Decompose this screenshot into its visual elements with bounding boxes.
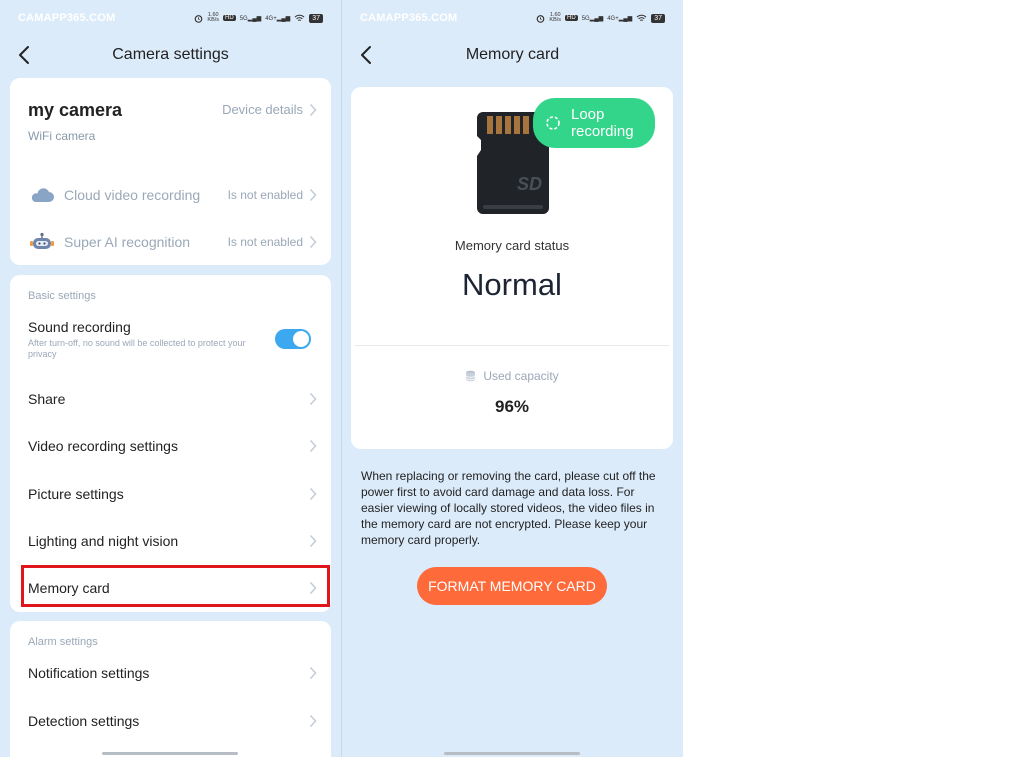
settings-item-picture[interactable]: Picture settings [28,479,317,509]
super-ai-recognition-row[interactable]: Super AI recognition Is not enabled [28,230,317,254]
used-capacity-caption: Used capacity [351,369,673,383]
loop-recording-badge[interactable]: Loop recording [533,98,655,148]
section-header: Basic settings [28,290,96,302]
chevron-right-icon [309,103,317,116]
net-speed: 1.60 KB/s [549,12,562,23]
memory-card-highlight [21,565,330,607]
settings-item-label: Notification settings [28,665,150,681]
watermark: CAMAPP365.COM [18,12,116,24]
settings-item-detection[interactable]: Detection settings [28,706,317,736]
settings-item-lighting-night-vision[interactable]: Lighting and night vision [28,526,317,556]
hd-badge: HD [223,15,236,21]
status-bar: CAMAPP365.COM 1.60 KB/s HD 5G▂▄▆ 4G+▂▄▆ 3… [360,11,665,25]
settings-item-label: Lighting and night vision [28,533,179,549]
divider [355,345,669,346]
chevron-right-icon [309,439,317,453]
sound-recording-description: After turn-off, no sound will be collect… [28,338,246,359]
hd-badge: HD [565,15,578,21]
chevron-right-icon [309,392,317,406]
signal-4g-label: 4G+ [607,15,619,22]
chevron-right-icon [309,534,317,548]
format-memory-card-button[interactable]: FORMAT MEMORY CARD [417,567,607,605]
settings-item-label: Share [28,391,66,407]
sound-recording-toggle[interactable] [275,329,311,349]
robot-icon [30,232,54,249]
settings-item-notification[interactable]: Notification settings [28,658,317,688]
memory-card-screen: CAMAPP365.COM 1.60 KB/s HD 5G▂▄▆ 4G+▂▄▆ 3… [342,0,683,757]
section-header: Alarm settings [28,636,98,648]
status-icons: 1.60 KB/s HD 5G▂▄▆ 4G+▂▄▆ 37 [194,12,323,23]
used-capacity-value: 96% [494,397,530,416]
service-label: Super AI recognition [64,234,191,250]
net-speed-unit: KB/s [207,17,220,23]
settings-item-label: Detection settings [28,713,140,729]
toggle-knob [293,331,309,347]
wifi-icon [294,14,305,21]
signal-5g-label: 5G [581,15,590,22]
camera-card: my camera WiFi camera Device details Clo… [10,78,331,265]
navbar: Camera settings [0,40,341,70]
sound-recording-label: Sound recording [28,319,131,335]
alarm-icon [537,14,545,23]
memory-card-status-caption: Memory card status [454,238,570,253]
signal-4g: 4G+▂▄▆ [265,15,291,22]
settings-item-label: Video recording settings [28,438,178,454]
chevron-right-icon [309,235,317,249]
alarm-settings-card: Alarm settings Notification settings Det… [10,621,331,757]
used-capacity-label: Used capacity [483,369,559,383]
signal-5g-label: 5G [239,15,248,22]
alarm-icon [195,14,203,23]
status-icons: 1.60 KB/s HD 5G▂▄▆ 4G+▂▄▆ 37 [536,12,665,23]
basic-settings-card: Basic settings Sound recording After tur… [10,275,331,612]
chevron-right-icon [309,487,317,501]
chevron-right-icon [309,188,317,202]
settings-item-share[interactable]: Share [28,384,317,414]
status-bar: CAMAPP365.COM 1.60 KB/s HD 5G▂▄▆ 4G+▂▄▆ 3… [18,11,323,25]
battery-icon: 37 [309,13,323,23]
battery-icon: 37 [651,13,665,23]
net-speed-unit: KB/s [549,17,562,23]
service-label: Cloud video recording [64,187,201,203]
loop-icon [546,116,560,130]
service-status: Is not enabled [227,235,303,249]
cloud-video-recording-row[interactable]: Cloud video recording Is not enabled [28,183,317,207]
net-speed: 1.60 KB/s [207,12,220,23]
loop-recording-label: Loop recording [571,106,634,140]
watermark: CAMAPP365.COM [360,12,458,24]
home-indicator [444,752,580,755]
camera-name: my camera [28,100,123,120]
camera-settings-screen: CAMAPP365.COM 1.60 KB/s HD 5G▂▄▆ 4G+▂▄▆ 3… [0,0,341,757]
cloud-icon [31,188,54,202]
page-title: Camera settings [112,46,229,63]
device-details-label: Device details [222,102,303,117]
memory-card-status-value: Normal [462,267,562,302]
signal-4g: 4G+▂▄▆ [607,15,633,22]
chevron-right-icon [309,666,317,680]
settings-item-label: Picture settings [28,486,124,502]
signal-5g: 5G▂▄▆ [239,15,262,22]
navbar: Memory card [342,40,683,70]
memory-card-notice: When replacing or removing the card, ple… [361,469,656,547]
camera-type: WiFi camera [28,129,96,143]
service-status: Is not enabled [227,188,303,202]
database-icon [465,370,476,382]
memory-card-status-card: SD Loop recording Memory card status Nor… [351,87,673,449]
settings-item-video-recording[interactable]: Video recording settings [28,431,317,461]
device-details-link[interactable]: Device details [222,102,317,117]
signal-5g: 5G▂▄▆ [581,15,604,22]
sd-label: SD [517,174,542,194]
wifi-icon [636,14,647,21]
signal-4g-label: 4G+ [265,15,277,22]
page-title: Memory card [465,46,560,63]
home-indicator [102,752,238,755]
chevron-right-icon [309,714,317,728]
